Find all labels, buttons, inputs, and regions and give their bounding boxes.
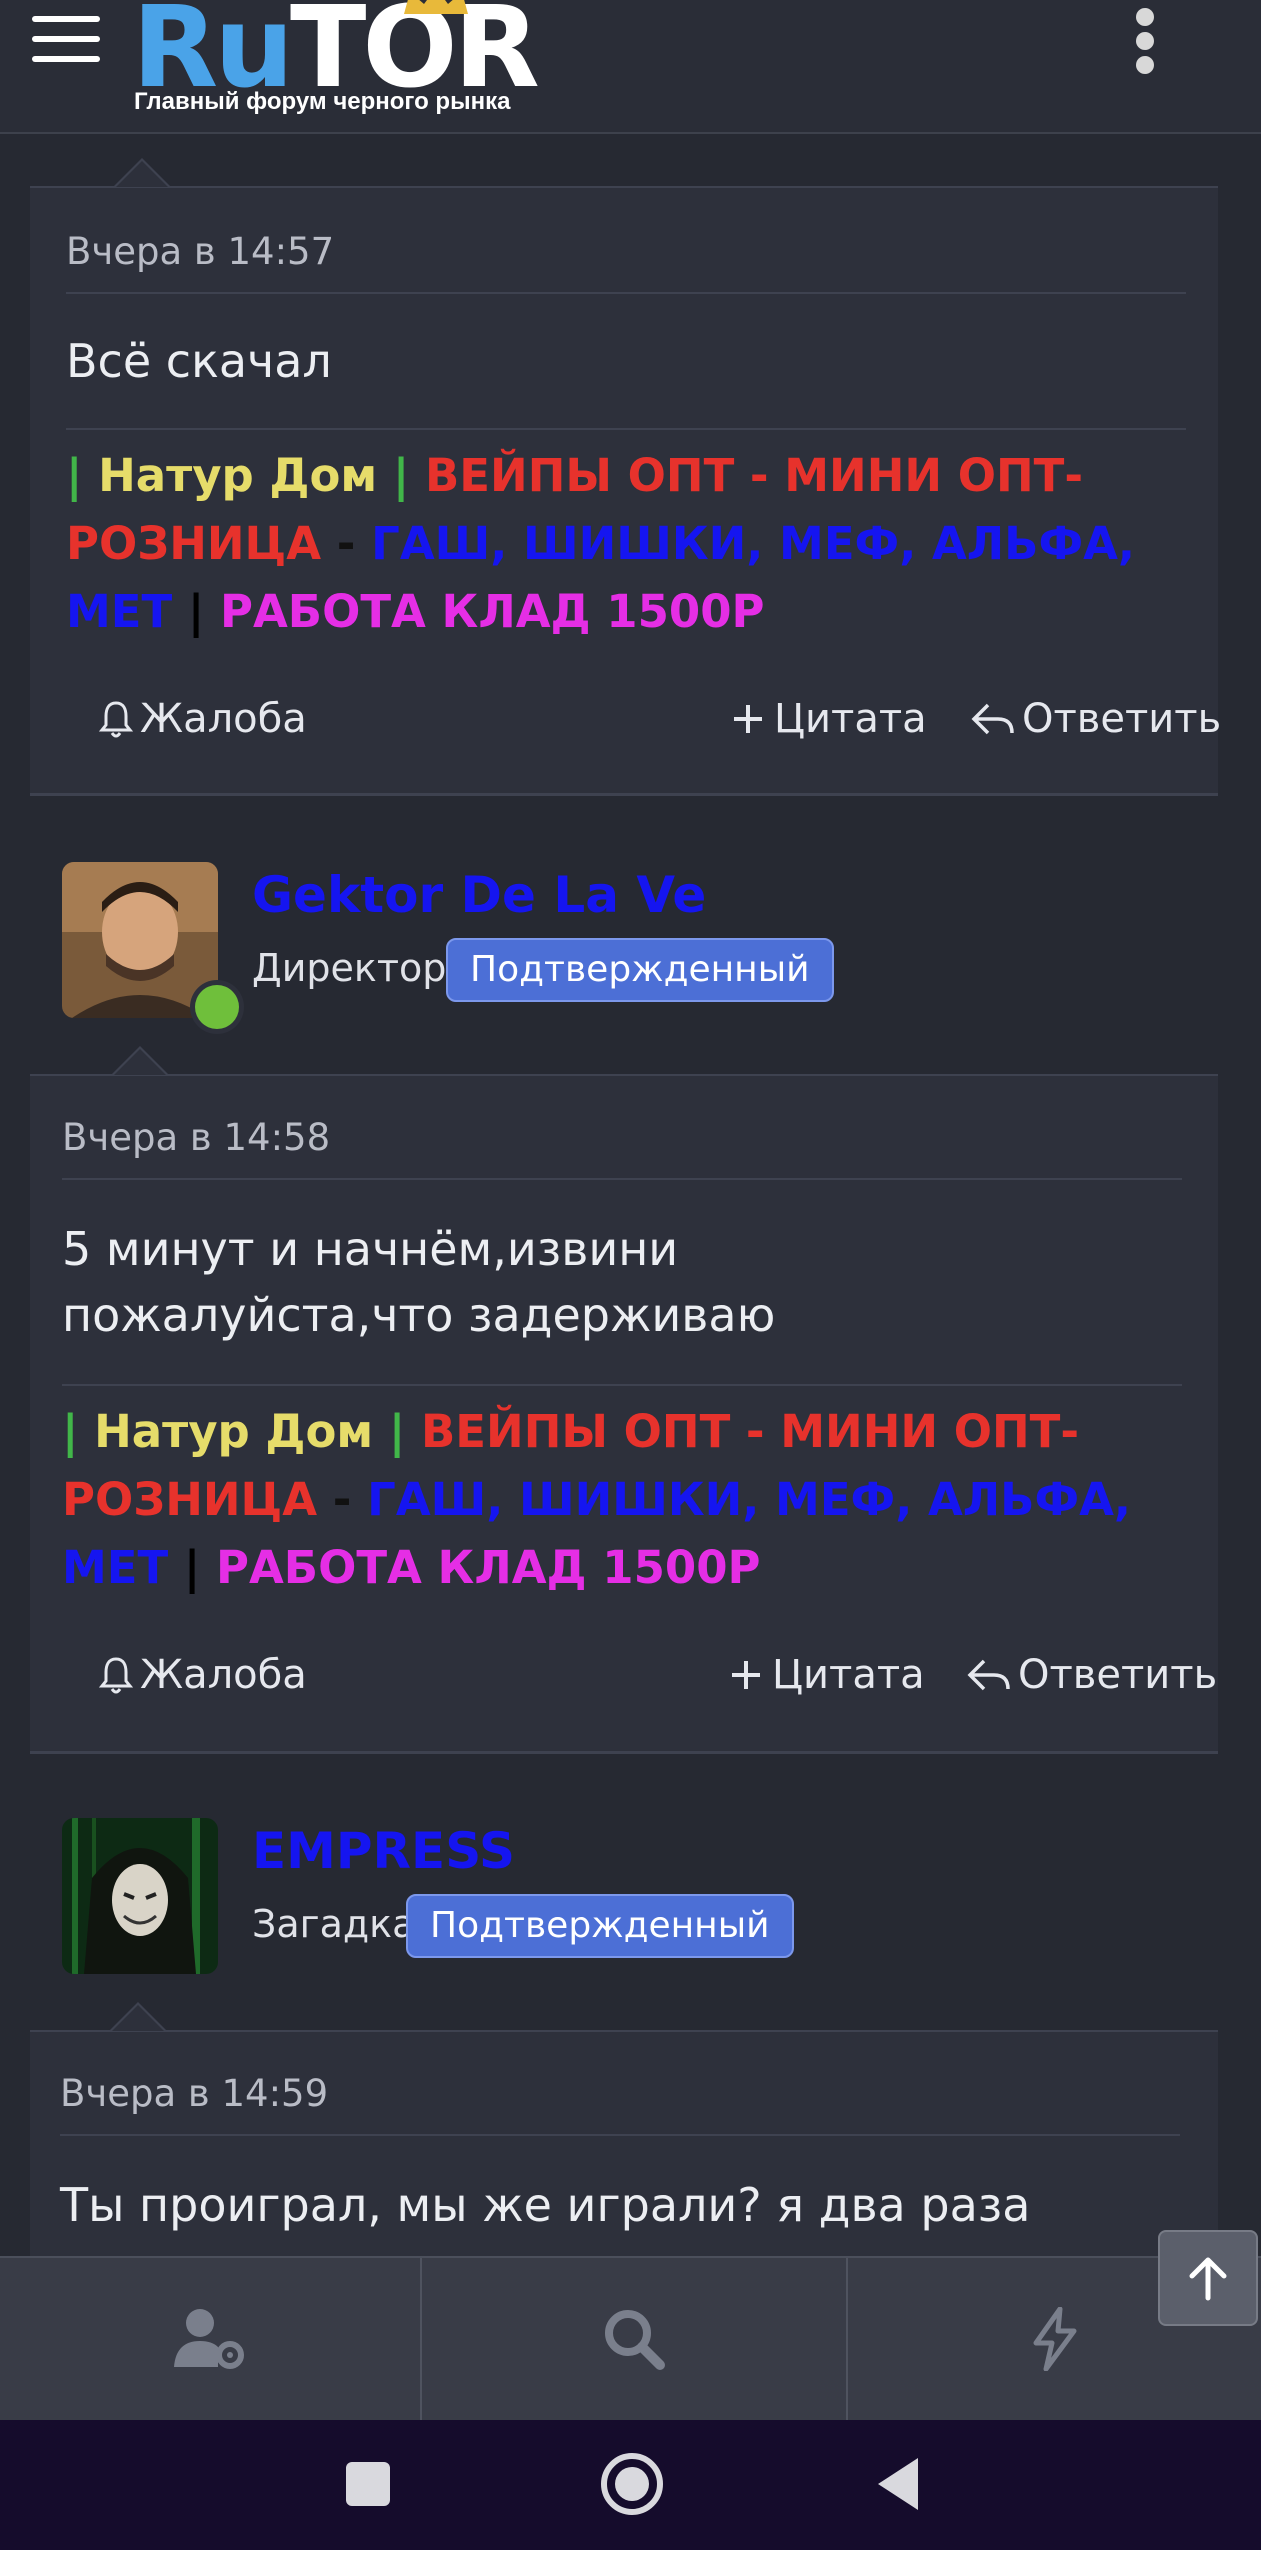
post-actions: Жалоба Цитата Ответить: [62, 1652, 1217, 1708]
plus-icon: [732, 1661, 760, 1689]
divider: [62, 1178, 1182, 1180]
post-notch: [112, 1046, 168, 1075]
reply-button[interactable]: Ответить: [966, 1652, 1217, 1698]
kebab-icon[interactable]: [1130, 8, 1160, 78]
search-icon: [605, 2310, 665, 2370]
crown-icon: [404, 0, 468, 14]
bottom-tab-bar: [0, 2256, 1261, 2420]
divider: [60, 2134, 1180, 2136]
signature-shop[interactable]: Натур Дом: [98, 449, 377, 502]
quote-button[interactable]: Цитата: [726, 1652, 925, 1698]
system-nav-bar: [0, 2420, 1261, 2550]
logo-subtitle: Главный форум черного рынка: [134, 88, 511, 115]
user-role: Директор: [252, 946, 447, 990]
report-button[interactable]: Жалоба: [98, 1652, 307, 1698]
divider: [66, 292, 1186, 294]
hamburger-icon[interactable]: [32, 16, 100, 64]
site-logo[interactable]: RuTOR Главный форум черного рынка: [132, 0, 562, 132]
post-body: 5 минут и начнём,извини пожалуйста,что з…: [62, 1222, 776, 1342]
post-body: Всё скачал: [66, 334, 332, 388]
post-1: Вчера в 14:57 Всё скачал | Натур Дом | В…: [30, 158, 1221, 796]
user-role: Загадка: [252, 1902, 416, 1946]
verified-badge: Подтвержденный: [446, 938, 834, 1002]
quote-button[interactable]: Цитата: [728, 696, 927, 742]
user-settings-icon: [174, 2309, 244, 2369]
username[interactable]: Gektor De La Ve: [252, 866, 706, 924]
verified-badge: Подтвержденный: [406, 1894, 794, 1958]
top-bar: RuTOR Главный форум черного рынка: [0, 0, 1261, 134]
post-author-3: EMPRESS Загадка Подтвержденный: [30, 1818, 1218, 1978]
username[interactable]: EMPRESS: [252, 1822, 515, 1880]
signature-job[interactable]: РАБОТА КЛАД 1500Р: [220, 585, 765, 638]
post-actions: Жалоба Цитата Ответить: [66, 696, 1221, 752]
plus-icon: [734, 705, 762, 733]
tab-search[interactable]: [422, 2258, 846, 2420]
post-time[interactable]: Вчера в 14:58: [62, 1116, 330, 1159]
bell-icon: [98, 701, 134, 738]
post-notch: [114, 158, 170, 187]
tab-account[interactable]: [0, 2258, 420, 2420]
bell-icon: [98, 1657, 134, 1694]
scroll-to-top-button[interactable]: [1158, 2230, 1258, 2326]
signature-job[interactable]: РАБОТА КЛАД 1500Р: [216, 1541, 761, 1594]
divider: [62, 1384, 1182, 1386]
post-2: Вчера в 14:58 5 минут и начнём,извини по…: [30, 1046, 1218, 1754]
post-time[interactable]: Вчера в 14:59: [60, 2072, 328, 2115]
recents-icon[interactable]: [344, 2460, 392, 2508]
signature-shop[interactable]: Натур Дом: [94, 1405, 373, 1458]
online-status-icon: [190, 980, 244, 1034]
divider: [66, 428, 1186, 430]
post-notch: [110, 2002, 166, 2031]
reply-icon: [967, 1659, 1010, 1691]
post-body: Ты проиграл, мы же играли? я два раза: [60, 2178, 1031, 2232]
lightning-icon: [1033, 2307, 1076, 2371]
signature: | Натур Дом | ВЕЙПЫ ОПТ - МИНИ ОПТ-РОЗНИ…: [62, 1405, 1131, 1594]
post-time[interactable]: Вчера в 14:57: [66, 230, 334, 273]
reply-button[interactable]: Ответить: [970, 696, 1221, 742]
post-author-2: Gektor De La Ve Директор Подтвержденный: [30, 862, 1218, 1034]
reply-icon: [971, 703, 1014, 735]
report-button[interactable]: Жалоба: [98, 696, 307, 742]
arrow-up-icon: [1189, 2257, 1227, 2301]
back-icon[interactable]: [874, 2456, 922, 2512]
avatar[interactable]: [62, 1818, 218, 1974]
signature: | Натур Дом | ВЕЙПЫ ОПТ - МИНИ ОПТ-РОЗНИ…: [66, 449, 1135, 638]
home-icon[interactable]: [600, 2452, 664, 2516]
